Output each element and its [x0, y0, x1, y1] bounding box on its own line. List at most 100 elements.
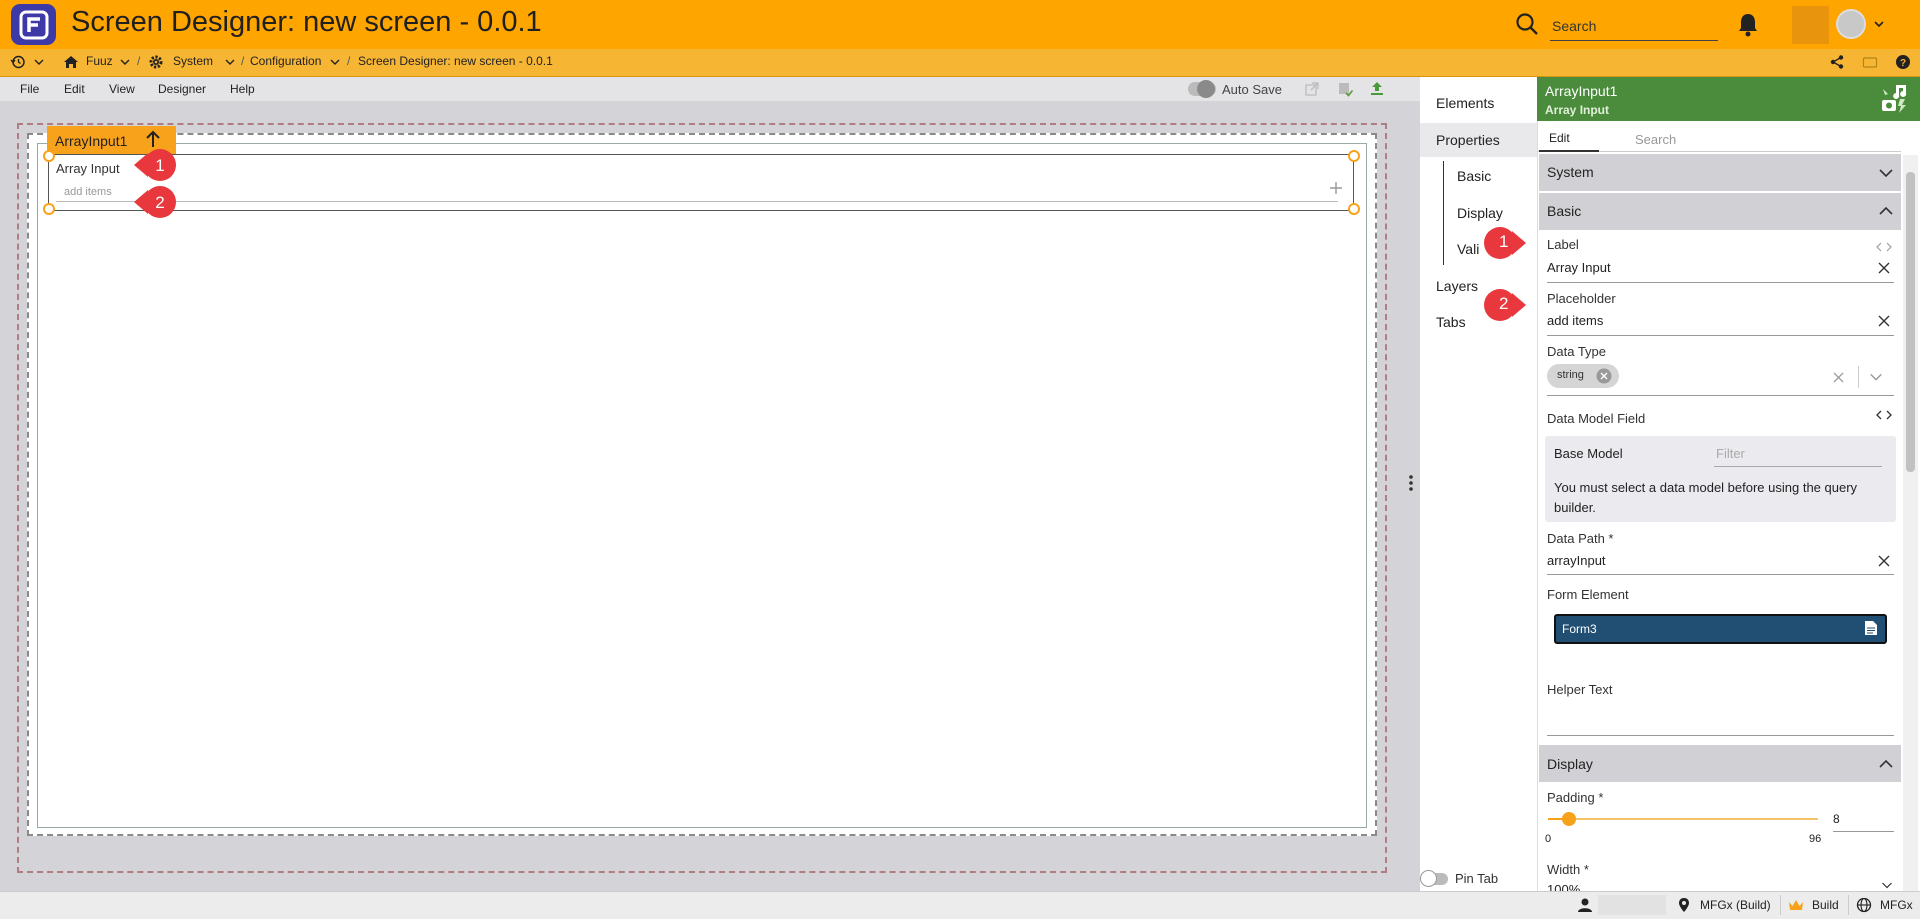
history-icon[interactable]	[10, 54, 26, 70]
chevron-down-icon[interactable]	[1878, 165, 1894, 181]
pin-tab-toggle-knob[interactable]	[1420, 870, 1437, 887]
clear-icon[interactable]	[1878, 262, 1890, 274]
chevron-down-icon[interactable]	[1881, 881, 1893, 891]
breadcrumb-item-fuuz[interactable]: Fuuz	[86, 54, 113, 68]
form-element-value: Form3	[1562, 622, 1597, 636]
data-path-label: Data Path *	[1547, 531, 1614, 546]
nav-tabs[interactable]: Tabs	[1436, 314, 1466, 330]
document-icon[interactable]	[1864, 620, 1878, 636]
clear-icon[interactable]	[1878, 315, 1890, 327]
component-type: Array Input	[1545, 103, 1610, 117]
global-search-input[interactable]	[1550, 11, 1718, 41]
chip-remove-icon[interactable]	[1596, 368, 1612, 384]
chevron-down-icon[interactable]	[224, 56, 236, 68]
resize-handle-top-right[interactable]	[1348, 150, 1360, 162]
menu-designer[interactable]: Designer	[158, 82, 206, 96]
user-avatar[interactable]	[1836, 9, 1866, 39]
array-input-field[interactable]	[56, 183, 1338, 202]
width-value[interactable]: 100%	[1547, 882, 1580, 891]
status-mode[interactable]: Build	[1812, 898, 1839, 912]
nav-sub-display[interactable]: Display	[1457, 205, 1503, 221]
tenant-avatar[interactable]	[1792, 6, 1829, 44]
properties-scrollbar-thumb[interactable]	[1906, 172, 1915, 472]
resize-handle-bottom-left[interactable]	[43, 203, 55, 215]
resize-handle-bottom-right[interactable]	[1348, 203, 1360, 215]
chevron-up-icon[interactable]	[1878, 756, 1894, 772]
publish-icon[interactable]	[1369, 80, 1385, 96]
data-type-chip-text: string	[1557, 369, 1584, 381]
tab-edit[interactable]: Edit	[1549, 131, 1570, 145]
chevron-down-icon[interactable]	[33, 56, 45, 68]
nav-elements[interactable]: Elements	[1436, 95, 1494, 111]
page-title: Screen Designer: new screen - 0.0.1	[71, 6, 542, 38]
padding-slider-track[interactable]	[1548, 818, 1818, 820]
breadcrumb-item-configuration[interactable]: Configuration	[250, 54, 321, 68]
chevron-down-icon[interactable]	[119, 56, 131, 68]
open-external-icon[interactable]	[1304, 81, 1320, 97]
keyboard-icon[interactable]	[1862, 54, 1878, 70]
padding-slider-thumb[interactable]	[1562, 812, 1576, 826]
clear-icon[interactable]	[1833, 372, 1844, 383]
gear-icon[interactable]	[148, 54, 164, 70]
status-user-name[interactable]	[1598, 895, 1666, 915]
app-logo[interactable]	[11, 4, 56, 45]
helper-text-underline[interactable]	[1547, 735, 1894, 736]
status-tenant[interactable]: MFGx	[1880, 898, 1913, 912]
section-basic[interactable]	[1539, 193, 1901, 230]
placeholder-field-value[interactable]: add items	[1547, 313, 1603, 328]
user-icon[interactable]	[1577, 897, 1593, 913]
globe-icon[interactable]	[1856, 897, 1872, 913]
data-type-label: Data Type	[1547, 344, 1607, 359]
component-status-icon[interactable]	[1880, 83, 1910, 115]
chevron-up-icon[interactable]	[1878, 203, 1894, 219]
data-path-underline	[1547, 574, 1894, 575]
share-icon[interactable]	[1829, 54, 1845, 70]
save-check-icon[interactable]	[1337, 81, 1353, 97]
base-model-filter-input[interactable]	[1714, 441, 1882, 467]
help-icon[interactable]: ?	[1895, 54, 1911, 70]
home-icon[interactable]	[63, 54, 79, 70]
padding-value-underline	[1833, 831, 1894, 832]
location-pin-icon[interactable]	[1676, 897, 1692, 913]
menu-file[interactable]: File	[20, 82, 39, 96]
svg-text:2: 2	[155, 193, 164, 212]
properties-search-input[interactable]	[1633, 128, 1893, 150]
autosave-toggle-knob[interactable]	[1197, 80, 1215, 98]
nav-layers[interactable]: Layers	[1436, 278, 1478, 294]
search-icon[interactable]	[1514, 11, 1540, 37]
panel-splitter[interactable]	[1403, 101, 1420, 891]
chevron-down-icon[interactable]	[1869, 370, 1883, 384]
section-display[interactable]	[1539, 745, 1901, 782]
data-path-value[interactable]: arrayInput	[1547, 553, 1606, 568]
code-icon[interactable]	[1876, 410, 1892, 420]
breadcrumb-separator: /	[137, 54, 141, 68]
padding-value-input[interactable]: 8	[1833, 812, 1840, 826]
nav-sub-validation[interactable]: Vali	[1457, 241, 1479, 257]
label-field-label: Label	[1547, 237, 1579, 252]
code-icon[interactable]	[1876, 242, 1892, 252]
status-divider	[1848, 895, 1849, 915]
nav-properties[interactable]: Properties	[1436, 132, 1500, 148]
status-location[interactable]: MFGx (Build)	[1700, 898, 1771, 912]
bell-icon[interactable]	[1736, 11, 1760, 37]
chevron-down-icon[interactable]	[1872, 17, 1886, 31]
resize-handle-top-left[interactable]	[43, 150, 55, 162]
logo-icon	[19, 10, 48, 39]
nav-sub-basic[interactable]: Basic	[1457, 168, 1491, 184]
form-element-select[interactable]: Form3	[1554, 614, 1887, 644]
arrow-up-icon[interactable]	[144, 129, 162, 149]
menu-edit[interactable]: Edit	[64, 82, 85, 96]
pin-tab-label: Pin Tab	[1455, 871, 1499, 886]
section-display-title: Display	[1547, 756, 1593, 772]
plus-icon[interactable]	[1328, 180, 1344, 196]
breadcrumb-item-system[interactable]: System	[173, 54, 213, 68]
menu-view[interactable]: View	[109, 82, 135, 96]
menu-help[interactable]: Help	[230, 82, 255, 96]
select-divider	[1858, 366, 1859, 388]
drag-handle-icon[interactable]	[1408, 474, 1414, 492]
form-container[interactable]	[37, 143, 1367, 828]
crown-icon[interactable]	[1788, 897, 1804, 913]
label-field-value[interactable]: Array Input	[1547, 260, 1611, 275]
clear-icon[interactable]	[1878, 555, 1890, 567]
chevron-down-icon[interactable]	[329, 56, 341, 68]
